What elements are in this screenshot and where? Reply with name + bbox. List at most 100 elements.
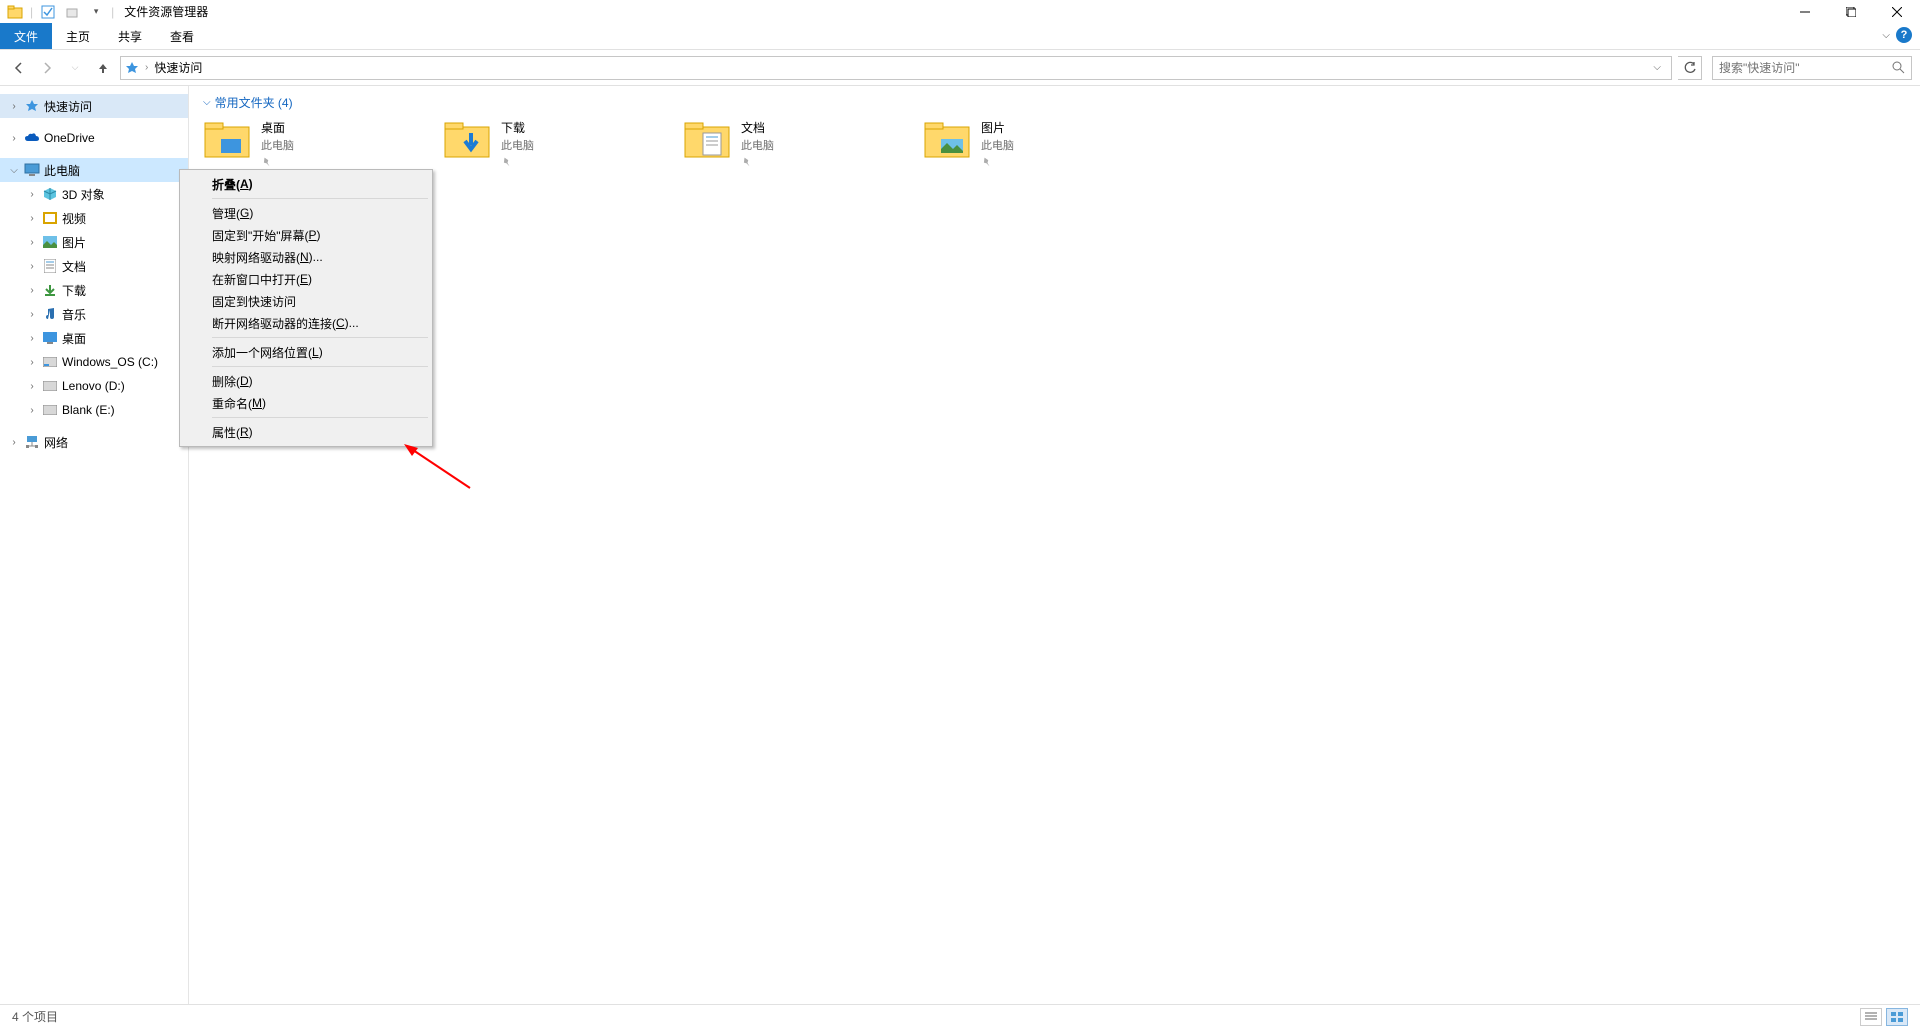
tree-label: 文档 [62, 258, 86, 275]
tree-label: 此电脑 [44, 162, 80, 179]
minimize-button[interactable] [1782, 0, 1828, 23]
pin-icon [741, 156, 755, 170]
back-button[interactable] [8, 57, 30, 79]
forward-button[interactable] [36, 57, 58, 79]
tree-desktop[interactable]: › 桌面 [0, 326, 188, 350]
refresh-button[interactable] [1678, 56, 1702, 80]
tree-label: Blank (E:) [62, 403, 115, 417]
ctx-add-network-location[interactable]: 添加一个网络位置(L) [182, 341, 430, 363]
tree-3d-objects[interactable]: › 3D 对象 [0, 182, 188, 206]
close-button[interactable] [1874, 0, 1920, 23]
pc-icon [24, 162, 40, 178]
tree-label: Lenovo (D:) [62, 379, 125, 393]
video-icon [42, 210, 58, 226]
up-button[interactable] [92, 57, 114, 79]
content-pane: ⌵ 常用文件夹 (4) 桌面 此电脑 下载 [189, 86, 1920, 1004]
ctx-collapse[interactable]: 折叠(A) [182, 173, 430, 195]
app-icon [6, 3, 24, 21]
search-icon[interactable] [1892, 61, 1905, 74]
separator [212, 366, 428, 367]
tree-label: 视频 [62, 210, 86, 227]
ctx-pin-start[interactable]: 固定到"开始"屏幕(P) [182, 224, 430, 246]
ctx-open-new-window[interactable]: 在新窗口中打开(E) [182, 268, 430, 290]
breadcrumb-separator: › [145, 62, 148, 73]
folder-name: 图片 [981, 119, 1014, 136]
tree-drive-e[interactable]: › Blank (E:) [0, 398, 188, 422]
qat-customize-dropdown[interactable]: ▾ [87, 3, 105, 21]
tree-pictures[interactable]: › 图片 [0, 230, 188, 254]
download-icon [42, 282, 58, 298]
network-icon [24, 434, 40, 450]
folder-item-documents[interactable]: 文档 此电脑 [683, 119, 883, 170]
drive-icon [42, 354, 58, 370]
folder-location: 此电脑 [501, 137, 534, 153]
expander-icon[interactable]: › [8, 133, 20, 144]
search-placeholder: 搜索"快速访问" [1719, 59, 1800, 76]
tab-share[interactable]: 共享 [104, 23, 156, 49]
group-header-frequent[interactable]: ⌵ 常用文件夹 (4) [203, 94, 1906, 111]
expander-icon[interactable]: › [8, 101, 20, 112]
ctx-rename[interactable]: 重命名(M) [182, 392, 430, 414]
tree-this-pc[interactable]: ⌵ 此电脑 [0, 158, 188, 182]
ctx-delete[interactable]: 删除(D) [182, 370, 430, 392]
status-item-count: 4 个项目 [12, 1008, 58, 1025]
address-history-dropdown[interactable]: ⌵ [1647, 62, 1667, 73]
chevron-down-icon: ⌵ [203, 97, 211, 108]
folder-location: 此电脑 [741, 137, 774, 153]
tab-home[interactable]: 主页 [52, 23, 104, 49]
recent-dropdown[interactable]: ⌵ [64, 57, 86, 79]
folder-item-downloads[interactable]: 下载 此电脑 [443, 119, 643, 170]
folder-location: 此电脑 [981, 137, 1014, 153]
breadcrumb-location[interactable]: 快速访问 [154, 59, 202, 76]
qat-separator: | [30, 5, 33, 19]
tree-quick-access[interactable]: › 快速访问 [0, 94, 188, 118]
tree-network[interactable]: › 网络 [0, 430, 188, 454]
tree-drive-c[interactable]: › Windows_OS (C:) [0, 350, 188, 374]
context-menu: 折叠(A) 管理(G) 固定到"开始"屏幕(P) 映射网络驱动器(N)... 在… [179, 169, 433, 447]
view-details-button[interactable] [1860, 1008, 1882, 1026]
tree-documents[interactable]: › 文档 [0, 254, 188, 278]
nav-row: ⌵ › 快速访问 ⌵ 搜索"快速访问" [0, 50, 1920, 86]
maximize-button[interactable] [1828, 0, 1874, 23]
tree-music[interactable]: › 音乐 [0, 302, 188, 326]
ctx-pin-quick[interactable]: 固定到快速访问 [182, 290, 430, 312]
picture-icon [42, 234, 58, 250]
folder-item-pictures[interactable]: 图片 此电脑 [923, 119, 1123, 170]
qat-new-folder-icon[interactable] [63, 3, 81, 21]
folder-item-desktop[interactable]: 桌面 此电脑 [203, 119, 403, 170]
ctx-manage[interactable]: 管理(G) [182, 202, 430, 224]
group-header-label: 常用文件夹 (4) [215, 94, 293, 111]
ctx-disconnect-network[interactable]: 断开网络驱动器的连接(C)... [182, 312, 430, 334]
view-large-icons-button[interactable] [1886, 1008, 1908, 1026]
drive-icon [42, 378, 58, 394]
star-icon [24, 98, 40, 114]
quick-access-star-icon [125, 61, 139, 75]
tree-videos[interactable]: › 视频 [0, 206, 188, 230]
folder-name: 桌面 [261, 119, 294, 136]
help-icon[interactable]: ? [1896, 27, 1912, 43]
ribbon-tabs: 文件 主页 共享 查看 ⌵ ? [0, 23, 1920, 50]
tree-downloads[interactable]: › 下载 [0, 278, 188, 302]
qat-properties-icon[interactable] [39, 3, 57, 21]
folder-name: 文档 [741, 119, 774, 136]
ctx-map-network[interactable]: 映射网络驱动器(N)... [182, 246, 430, 268]
objects3d-icon [42, 186, 58, 202]
tree-drive-d[interactable]: › Lenovo (D:) [0, 374, 188, 398]
expander-icon[interactable]: ⌵ [8, 165, 20, 176]
folder-icon [203, 119, 251, 167]
tab-file[interactable]: 文件 [0, 23, 52, 49]
address-bar[interactable]: › 快速访问 ⌵ [120, 56, 1672, 80]
tree-label: OneDrive [44, 131, 95, 145]
ribbon-expand-icon[interactable]: ⌵ [1882, 30, 1890, 41]
tree-label: 3D 对象 [62, 186, 105, 203]
ctx-properties[interactable]: 属性(R) [182, 421, 430, 443]
tree-onedrive[interactable]: › OneDrive [0, 126, 188, 150]
desktop-icon [42, 330, 58, 346]
tab-view[interactable]: 查看 [156, 23, 208, 49]
document-icon [42, 258, 58, 274]
search-box[interactable]: 搜索"快速访问" [1712, 56, 1912, 80]
folder-name: 下载 [501, 119, 534, 136]
pin-icon [261, 156, 275, 170]
cloud-icon [24, 130, 40, 146]
folder-icon [923, 119, 971, 167]
